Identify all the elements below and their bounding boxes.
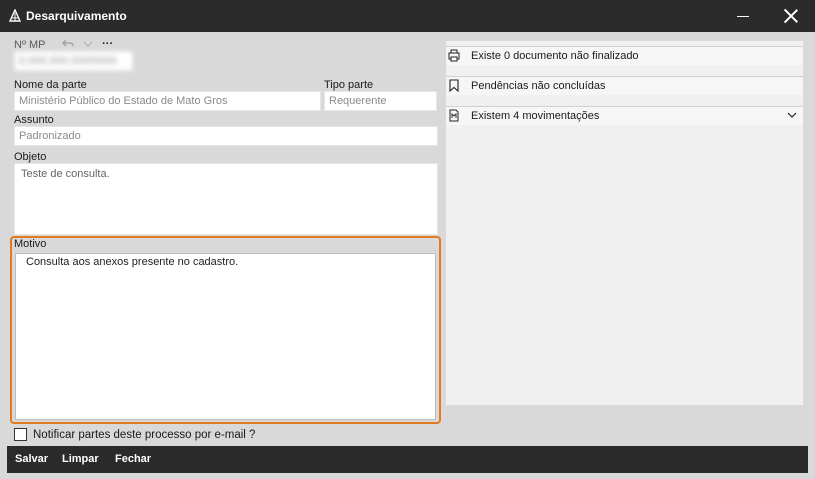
motivo-label: Motivo	[14, 238, 47, 250]
window-title: Desarquivamento	[26, 9, 127, 23]
movements-label: Existem 4 movimentações	[471, 110, 600, 122]
motivo-textarea[interactable]: Consulta aos anexos presente no cadastro…	[15, 253, 436, 420]
mp-label: Nº MP	[14, 39, 46, 51]
assunto-field[interactable]: Padronizado	[14, 126, 438, 146]
save-button[interactable]: Salvar	[15, 453, 48, 465]
more-options-icon[interactable]: ···	[102, 38, 113, 50]
pending-documents-label: Existe 0 documento não finalizado	[471, 50, 639, 62]
title-bar: Desarquivamento	[0, 0, 815, 32]
right-panel	[446, 41, 803, 405]
notify-checkbox[interactable]	[14, 428, 27, 441]
tipo-parte-field[interactable]: Requerente	[324, 91, 437, 111]
bookmark-icon	[449, 79, 459, 92]
objeto-field[interactable]: Teste de consulta.	[14, 163, 438, 235]
tipo-parte-label: Tipo parte	[324, 79, 374, 91]
close-icon[interactable]	[784, 9, 798, 23]
objeto-label: Objeto	[14, 151, 47, 163]
app-logo-icon	[8, 9, 22, 22]
nome-parte-field[interactable]: Ministério Público do Estado de Mato Gro…	[14, 91, 321, 111]
pending-documents-item[interactable]: Existe 0 documento não finalizado	[446, 46, 803, 65]
pending-issues-label: Pendências não concluídas	[471, 80, 606, 92]
pending-issues-item[interactable]: Pendências não concluídas	[446, 76, 803, 95]
motivo-group: Motivo Consulta aos anexos presente no c…	[10, 236, 441, 424]
mp-actions: ···	[62, 38, 113, 50]
notify-label: Notificar partes deste processo por e-ma…	[33, 429, 256, 441]
printer-doc-icon	[448, 49, 460, 62]
movement-doc-icon	[449, 109, 459, 122]
undo-icon[interactable]	[62, 39, 74, 49]
clear-button[interactable]: Limpar	[62, 453, 99, 465]
minimize-icon[interactable]	[737, 16, 749, 17]
chevron-down-icon[interactable]	[83, 40, 93, 48]
close-button[interactable]: Fechar	[115, 453, 151, 465]
nome-parte-label: Nome da parte	[14, 79, 87, 91]
chevron-down-icon[interactable]	[787, 110, 797, 120]
window: Desarquivamento Nº MP ··· 0.000.000.000/…	[0, 0, 815, 479]
bottom-toolbar: Salvar Limpar Fechar	[7, 446, 808, 473]
assunto-label: Assunto	[14, 114, 54, 126]
mp-number-field[interactable]: 0.000.000.000/0000	[14, 51, 133, 71]
movements-item[interactable]: Existem 4 movimentações	[446, 106, 803, 125]
